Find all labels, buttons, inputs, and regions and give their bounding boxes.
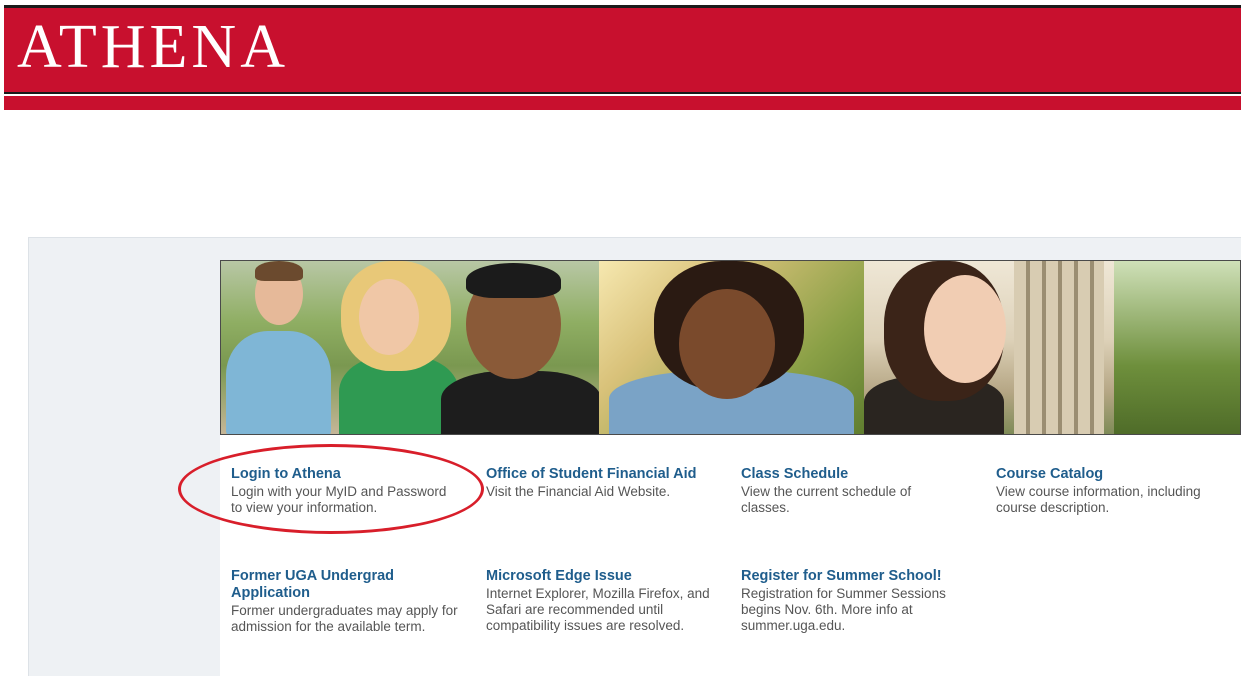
- link-course-catalog: Course Catalog View course information, …: [996, 466, 1236, 516]
- former-undergrad-desc: Former undergraduates may apply for admi…: [231, 603, 458, 634]
- header-stripe: [4, 96, 1241, 110]
- edge-issue-link[interactable]: Microsoft Edge Issue: [486, 568, 721, 585]
- summer-school-desc: Registration for Summer Sessions begins …: [741, 586, 946, 633]
- summer-school-link[interactable]: Register for Summer School!: [741, 568, 976, 585]
- former-undergrad-link[interactable]: Former UGA Undergrad Application: [231, 568, 421, 602]
- link-summer-school: Register for Summer School! Registration…: [741, 568, 976, 634]
- athena-logo[interactable]: ATHENA: [17, 14, 289, 80]
- link-financial-aid: Office of Student Financial Aid Visit th…: [486, 466, 726, 500]
- login-athena-desc: Login with your MyID and Password to vie…: [231, 484, 447, 515]
- link-former-undergrad: Former UGA Undergrad Application Former …: [231, 568, 466, 635]
- login-athena-link[interactable]: Login to Athena: [231, 466, 471, 483]
- link-class-schedule: Class Schedule View the current schedule…: [741, 466, 956, 516]
- edge-issue-desc: Internet Explorer, Mozilla Firefox, and …: [486, 586, 710, 633]
- class-schedule-desc: View the current schedule of classes.: [741, 484, 912, 515]
- class-schedule-link[interactable]: Class Schedule: [741, 466, 956, 483]
- financial-aid-desc: Visit the Financial Aid Website.: [486, 484, 671, 499]
- course-catalog-desc: View course information, including cours…: [996, 484, 1201, 515]
- course-catalog-link[interactable]: Course Catalog: [996, 466, 1236, 483]
- student-campus-photo: [864, 261, 1240, 434]
- link-login-athena: Login to Athena Login with your MyID and…: [231, 466, 471, 516]
- banner-photo-strip: [220, 260, 1241, 435]
- financial-aid-link[interactable]: Office of Student Financial Aid: [486, 466, 726, 483]
- link-edge-issue: Microsoft Edge Issue Internet Explorer, …: [486, 568, 721, 634]
- student-portrait-photo: [599, 261, 864, 434]
- students-group-photo: [221, 261, 601, 434]
